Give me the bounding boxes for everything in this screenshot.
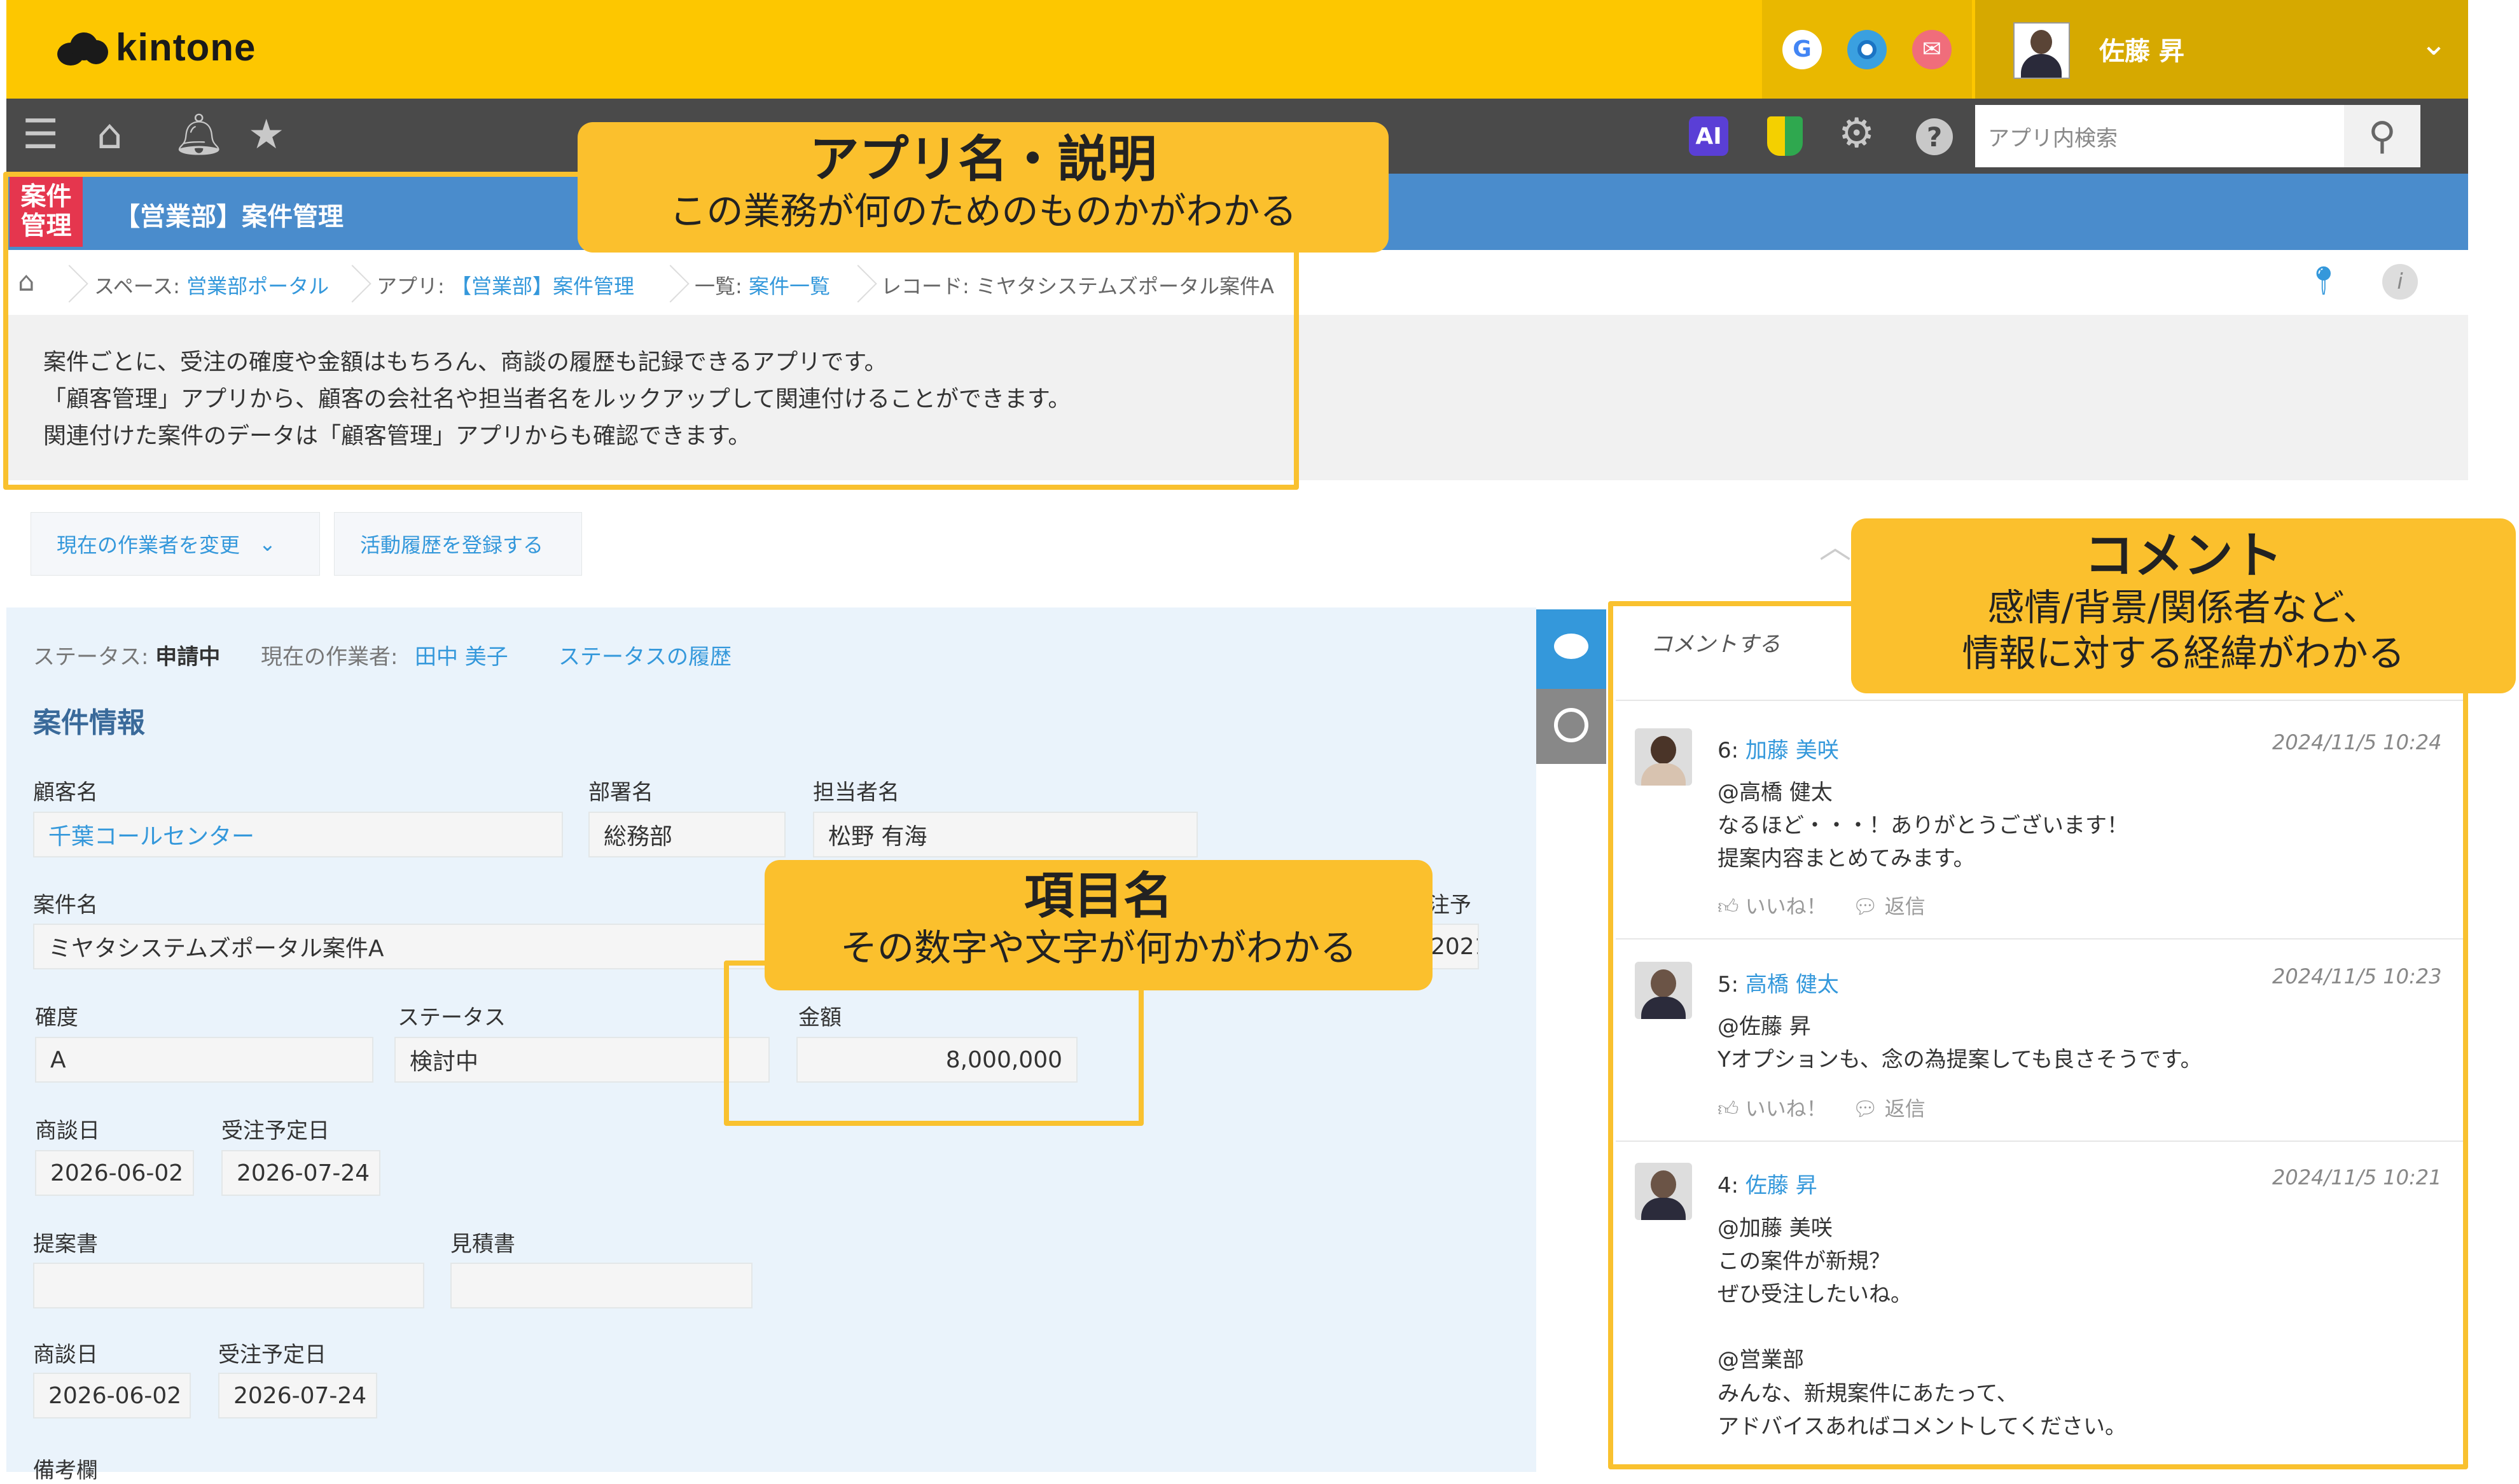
callout-subtitle: その数字や文字が何かがわかる <box>840 926 1357 969</box>
history-tab[interactable] <box>1536 689 1606 764</box>
order-date-field[interactable]: 2026-07-24 <box>221 1150 380 1196</box>
notes-label: 備考欄 <box>33 1458 98 1483</box>
certainty-field[interactable]: A <box>35 1037 373 1083</box>
speech-bubble-icon <box>1554 634 1588 659</box>
circle-app-icon[interactable] <box>1847 29 1887 69</box>
case-label: 案件名 <box>33 892 98 918</box>
user-name: 佐藤 昇 <box>2099 37 2184 66</box>
case-field[interactable]: ミヤタシステムズポータル案件A <box>33 924 796 969</box>
home-icon[interactable]: ⌂ <box>97 114 123 155</box>
star-icon[interactable]: ★ <box>248 114 284 155</box>
gear-icon[interactable]: ⚙ <box>1838 113 1875 154</box>
order-date-field[interactable]: 2026-07-24 <box>218 1373 377 1418</box>
customer-label: 顧客名 <box>33 780 98 805</box>
chevron-down-icon: ⌄ <box>259 532 276 556</box>
meeting-date-label: 商談日 <box>35 1118 100 1144</box>
meeting-date-field[interactable]: 2026-06-02 <box>35 1150 194 1196</box>
field-callout: 項目名 その数字や文字が何かがわかる <box>765 860 1433 990</box>
proposal-label: 提案書 <box>33 1231 98 1257</box>
person-label: 担当者名 <box>813 780 899 805</box>
menu-icon[interactable]: ☰ <box>22 114 59 155</box>
comment-tab[interactable] <box>1536 609 1606 689</box>
customer-field[interactable]: 千葉コールセンター <box>33 812 563 857</box>
search-icon[interactable]: ⚲ <box>2344 105 2420 167</box>
bell-icon[interactable]: 🔔︎ <box>173 114 225 155</box>
estimate-field[interactable] <box>450 1263 753 1308</box>
meeting-date-label: 商談日 <box>33 1342 98 1368</box>
dept-field[interactable]: 総務部 <box>588 812 786 857</box>
status-field[interactable]: 検討中 <box>394 1037 770 1083</box>
proposal-field[interactable] <box>33 1263 424 1308</box>
order-date-label: 受注予定日 <box>218 1342 326 1368</box>
person-field[interactable]: 松野 有海 <box>813 812 1198 857</box>
help-icon[interactable]: ? <box>1916 118 1953 155</box>
logo-text: kintone <box>116 26 256 69</box>
log-activity-label: 活動履歴を登録する <box>360 533 544 557</box>
change-assignee-label: 現在の作業者を変更 <box>57 533 240 557</box>
log-activity-button[interactable]: 活動履歴を登録する <box>334 512 582 576</box>
meeting-date-field[interactable]: 2026-06-02 <box>33 1373 191 1418</box>
callout-title: アプリ名・説明 <box>809 131 1157 188</box>
kintone-logo[interactable]: kintone <box>57 25 256 69</box>
callout-title: 項目名 <box>1024 868 1173 925</box>
callout-title: コメント <box>2084 527 2283 585</box>
comment-callout: コメント 感情/背景/関係者など、 情報に対する経緯がわかる <box>1851 518 2516 693</box>
beginner-icon[interactable] <box>1767 116 1803 156</box>
pin-icon[interactable]: 📍︎ <box>2306 264 2342 297</box>
history-icon <box>1554 708 1588 742</box>
user-menu[interactable]: 佐藤 昇 ⌄ <box>1975 0 2468 99</box>
google-icon[interactable]: G <box>1782 29 1822 69</box>
status-history-link[interactable]: ステータスの履歴 <box>559 639 732 670</box>
info-icon[interactable]: i <box>2382 264 2418 300</box>
user-avatar <box>2013 22 2070 79</box>
ai-icon[interactable]: AI <box>1689 116 1728 156</box>
order-date-label: 受注予定日 <box>221 1118 330 1144</box>
mail-icon[interactable]: ✉ <box>1912 29 1952 69</box>
section-title: 案件情報 <box>33 707 145 739</box>
estimate-label: 見積書 <box>450 1231 515 1257</box>
status-label: ステータス: 申請中 <box>33 644 221 670</box>
callout-subtitle: 情報に対する経緯がわかる <box>1962 632 2405 675</box>
change-assignee-button[interactable]: 現在の作業者を変更 ⌄ <box>31 512 320 576</box>
search-input[interactable]: アプリ内検索 <box>1975 105 2344 167</box>
status-field-label: ステータス <box>398 1005 506 1030</box>
comment-highlight-frame <box>1608 601 2468 1469</box>
assignee-link[interactable]: 田中 美子 <box>415 639 508 670</box>
order-date-label: 注予 <box>1428 892 1471 918</box>
app-callout: アプリ名・説明 この業務が何のためのものかがわかる <box>578 122 1389 253</box>
dept-label: 部署名 <box>588 780 653 805</box>
certainty-label: 確度 <box>35 1005 78 1030</box>
callout-subtitle: 感情/背景/関係者など、 <box>1987 586 2380 629</box>
service-links: G ✉ <box>1762 0 1972 99</box>
chevron-down-icon: ⌄ <box>2420 25 2447 62</box>
cloud-logo-icon <box>57 29 108 67</box>
assignee-label: 現在の作業者: <box>261 644 398 670</box>
chevron-up-icon[interactable]: ︿ <box>1819 522 1851 567</box>
callout-subtitle: この業務が何のためのものかがわかる <box>669 190 1297 233</box>
order-date-field[interactable]: 2021 <box>1428 924 1479 969</box>
